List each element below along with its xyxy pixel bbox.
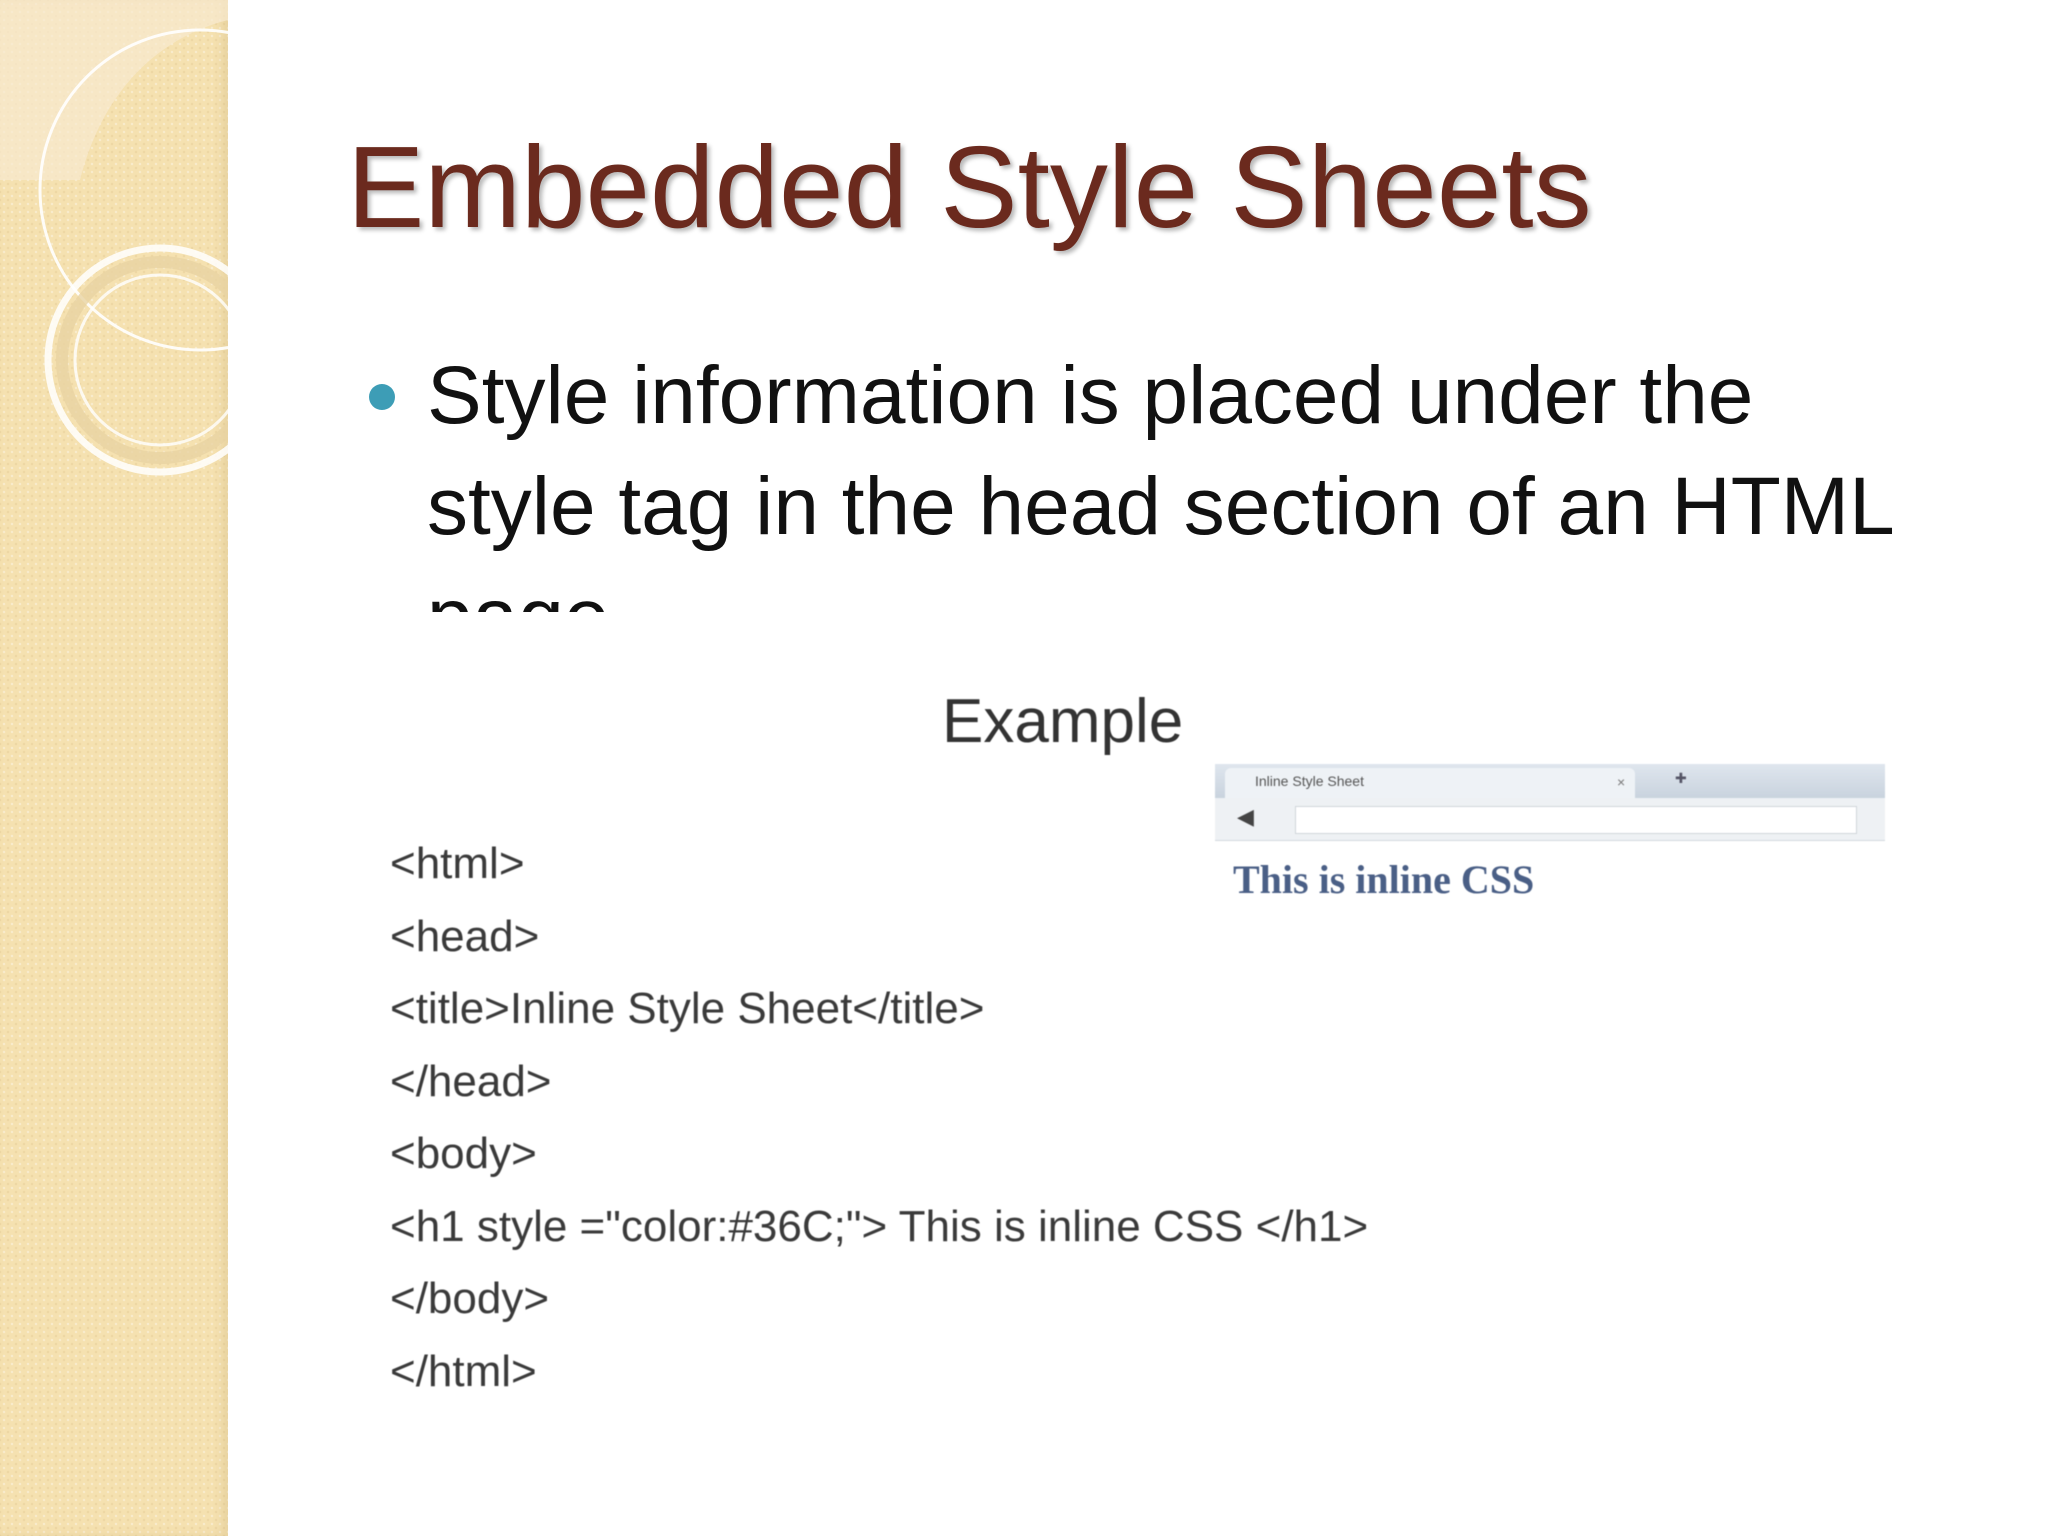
bullet-text: Style information is placed under the st… (427, 350, 1892, 612)
code-listing: <html> <head> <title>Inline Style Sheet<… (390, 828, 1368, 1408)
bullet-dot-icon (369, 384, 395, 410)
new-tab-icon: ✚ (1675, 770, 1687, 786)
code-line: </head> (390, 1056, 552, 1106)
bullet-list: Style information is placed under the st… (347, 340, 1907, 612)
slide: Embedded Style Sheets Style information … (0, 0, 2048, 1536)
code-line: </html> (390, 1346, 537, 1396)
code-line: <title>Inline Style Sheet</title> (390, 984, 985, 1033)
rendered-heading: This is inline CSS (1233, 857, 1535, 902)
code-line: </body> (390, 1274, 550, 1323)
example-heading: Example (942, 687, 1184, 756)
example-image: Example <html> <head> <title>Inline Styl… (382, 648, 1922, 1428)
code-line: <h1 style ="color:#36C;"> This is inline… (390, 1201, 1369, 1251)
address-field (1295, 806, 1857, 834)
browser-tab-bar: Inline Style Sheet × ✚ (1215, 764, 1885, 798)
browser-address-bar: ◀ (1215, 798, 1885, 841)
code-line: <head> (390, 911, 540, 961)
browser-tab-title: Inline Style Sheet (1255, 773, 1364, 789)
slide-title: Embedded Style Sheets (347, 122, 1592, 252)
code-line: <body> (390, 1129, 537, 1178)
decorative-side-strip (0, 0, 228, 1536)
browser-tab: Inline Style Sheet × (1225, 768, 1635, 798)
close-icon: × (1617, 774, 1626, 790)
browser-screenshot: Inline Style Sheet × ✚ ◀ This is inline … (1215, 764, 1885, 904)
decorative-circles (0, 0, 228, 476)
back-arrow-icon: ◀ (1237, 804, 1254, 829)
